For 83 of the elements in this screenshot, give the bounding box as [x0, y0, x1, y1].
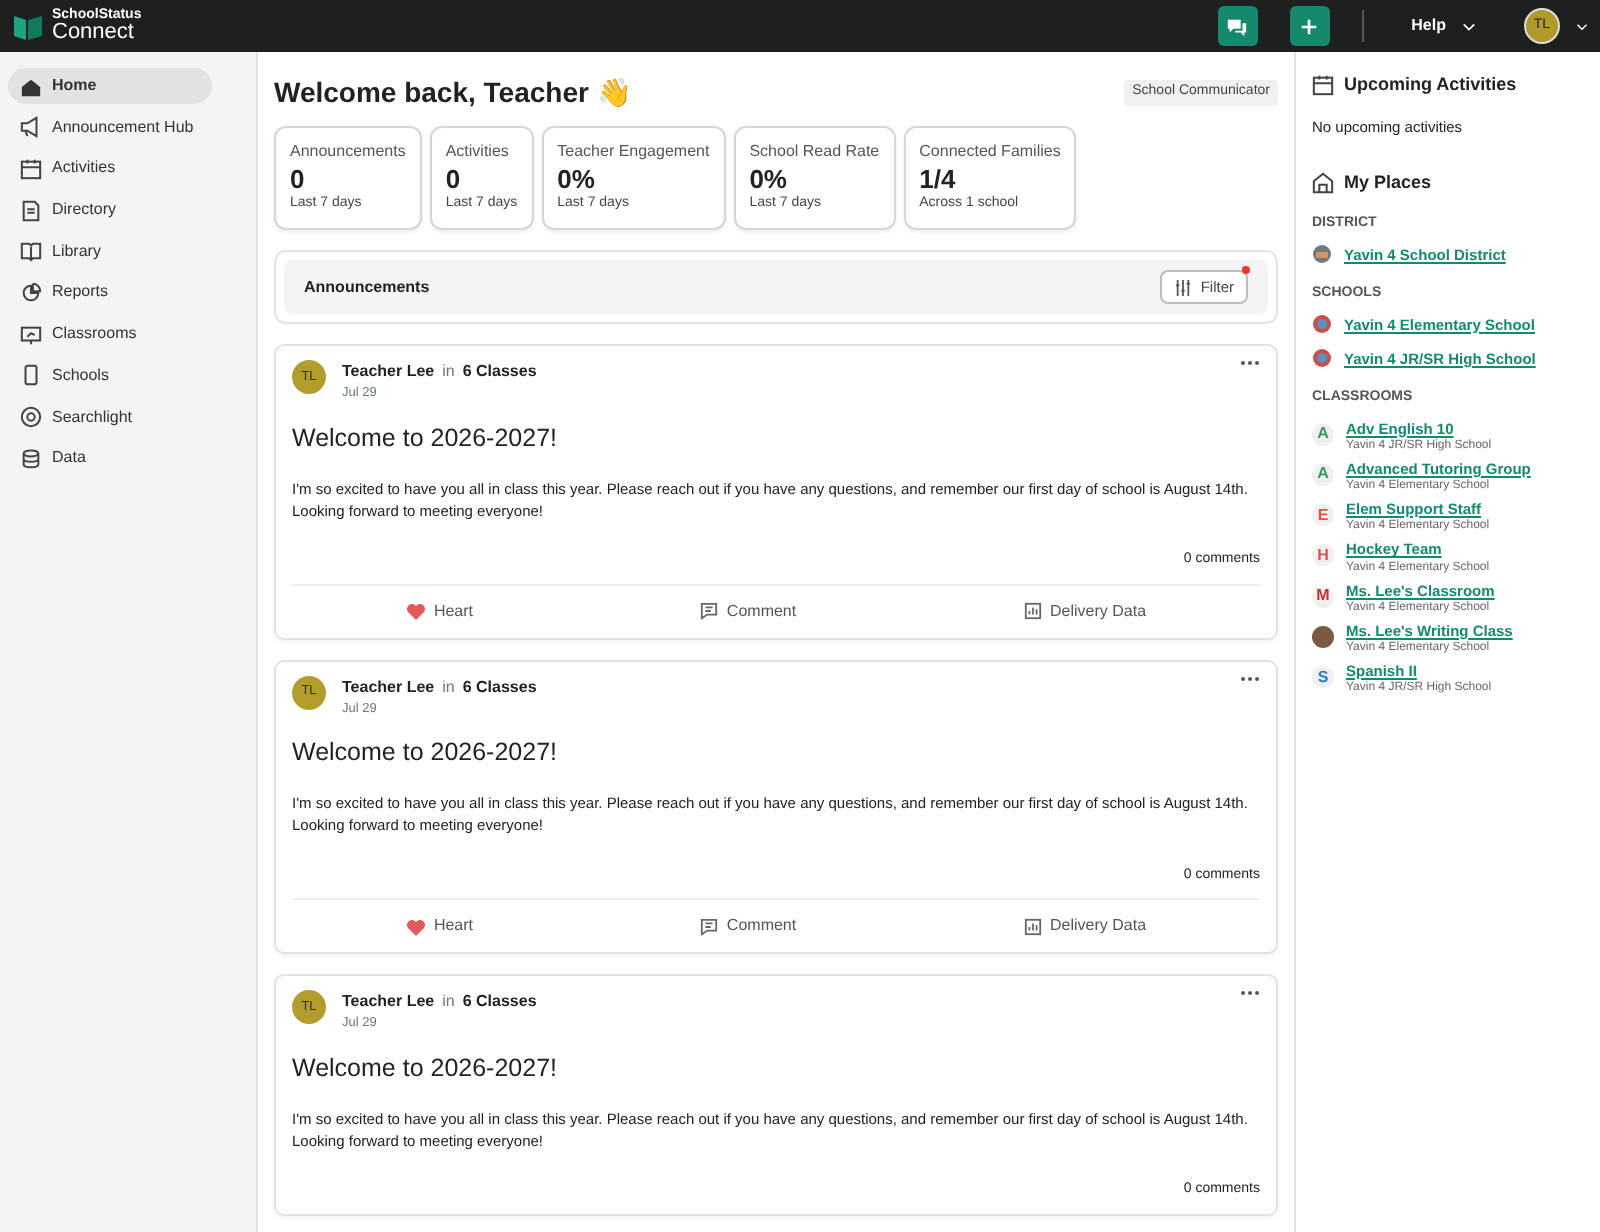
sidebar-item[interactable]: Announcement Hub [8, 109, 212, 146]
more-icon[interactable] [1240, 360, 1260, 367]
building-icon [1312, 172, 1334, 194]
classroom-initial: A [1312, 463, 1334, 486]
sidebar-item[interactable]: Activities [8, 150, 212, 187]
more-icon[interactable] [1240, 675, 1260, 682]
post-title: Welcome to 2026-2027! [292, 421, 559, 456]
author-name: Teacher Lee [342, 990, 435, 1015]
sidebar-item[interactable]: Schools [8, 357, 212, 394]
sidebar-item[interactable]: Reports [8, 274, 212, 311]
chat-button[interactable] [1217, 6, 1258, 46]
comment-icon [700, 917, 719, 936]
in-label: in [442, 990, 455, 1015]
sidebar-item[interactable]: Searchlight [8, 399, 212, 435]
stat-label: Teacher Engagement [557, 139, 710, 164]
stat-value: 0% [557, 163, 597, 195]
heart-icon [405, 917, 426, 936]
stat-value: 0 [290, 163, 307, 195]
sidebar-item[interactable]: Data [8, 440, 212, 477]
author-name: Teacher Lee [342, 675, 435, 700]
section-title: Announcements [304, 275, 430, 300]
audience-link[interactable]: 6 Classes [462, 675, 537, 700]
classroom-initial: E [1312, 504, 1334, 527]
audience-link[interactable]: 6 Classes [462, 990, 537, 1015]
author-name: Teacher Lee [342, 360, 435, 385]
sidebar-item[interactable]: Library [8, 233, 212, 270]
section-title: Upcoming Activities [1344, 72, 1517, 98]
heart-button[interactable]: Heart [405, 914, 474, 939]
stat-label: Activities [445, 139, 511, 164]
in-label: in [442, 675, 455, 700]
pie-chart-icon [20, 281, 42, 304]
post-title: Welcome to 2026-2027! [292, 1051, 559, 1086]
sidebar-item[interactable]: Directory [8, 192, 212, 229]
comment-button[interactable]: Comment [700, 914, 797, 939]
logo-icon [12, 10, 44, 42]
classroom-initial: M [1312, 585, 1334, 608]
delivery-data-button[interactable]: Delivery Data [1024, 599, 1147, 624]
brand-product: Connect [52, 22, 136, 44]
heart-button[interactable]: Heart [405, 599, 474, 624]
phone-icon [20, 364, 42, 387]
add-button[interactable] [1289, 6, 1330, 46]
home-icon [20, 75, 42, 97]
help-menu[interactable]: Help [1411, 14, 1476, 38]
stat-label: Announcements [290, 139, 406, 164]
school-logo-icon [1312, 314, 1332, 335]
page-title: Welcome back, Teacher 👋 [274, 76, 631, 110]
bar-chart-icon [1024, 602, 1043, 621]
stat-label: Connected Families [919, 139, 1061, 164]
document-icon [20, 199, 42, 222]
post-title: Welcome to 2026-2027! [292, 736, 559, 771]
whiteboard-icon [20, 323, 42, 346]
school-logo-icon [1312, 348, 1332, 369]
classroom-initial: S [1312, 666, 1334, 689]
more-icon[interactable] [1240, 990, 1260, 997]
chat-icon [1226, 15, 1249, 37]
sliders-icon [1174, 279, 1193, 296]
stat-value: 0% [749, 163, 789, 195]
classroom-initial: A [1312, 423, 1334, 446]
calendar-icon [20, 157, 42, 180]
calendar-icon [1312, 74, 1334, 97]
sidebar-item[interactable]: Classrooms [8, 316, 212, 353]
in-label: in [442, 360, 455, 385]
megaphone-icon [20, 116, 42, 139]
district-logo-icon [1312, 244, 1332, 265]
section-title: My Places [1344, 169, 1432, 196]
book-icon [20, 240, 42, 263]
caret-icon[interactable] [1576, 21, 1588, 31]
classroom-initial: H [1312, 544, 1334, 567]
audience-link[interactable]: 6 Classes [462, 360, 537, 385]
bar-chart-icon [1024, 917, 1043, 936]
database-icon [20, 447, 42, 470]
stat-value: 1/4 [919, 163, 958, 195]
comment-button[interactable]: Comment [700, 599, 797, 624]
stat-value: 0 [445, 163, 463, 195]
caret-icon [1462, 21, 1476, 31]
plus-icon [1300, 17, 1319, 35]
stat-label: School Read Rate [749, 139, 880, 164]
sidebar-item[interactable]: Home [8, 68, 212, 104]
comment-icon [700, 602, 719, 621]
heart-icon [405, 602, 426, 621]
photo-placeholder [1312, 625, 1334, 648]
delivery-data-button[interactable]: Delivery Data [1024, 914, 1147, 939]
target-icon [20, 406, 42, 428]
